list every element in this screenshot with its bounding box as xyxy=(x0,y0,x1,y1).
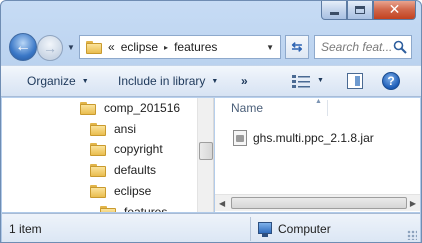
folder-icon xyxy=(90,163,106,177)
caption-buttons: ✕ xyxy=(321,1,416,21)
location-label: Computer xyxy=(278,222,331,236)
minimize-icon xyxy=(329,11,339,15)
chevron-down-icon: ▼ xyxy=(211,77,219,85)
preview-pane-icon[interactable] xyxy=(347,73,363,89)
tree-item-copyright[interactable]: copyright xyxy=(90,139,163,159)
tree-item-label: ansi xyxy=(114,122,137,136)
folder-icon xyxy=(80,101,96,115)
command-bar: Organize ▼ Include in library ▼ » ▼ ? xyxy=(1,65,421,97)
recent-pages-dropdown[interactable]: ▼ xyxy=(67,43,75,52)
column-header-name[interactable]: Name xyxy=(231,101,263,115)
computer-icon xyxy=(258,222,272,237)
scroll-left-icon[interactable]: ◀ xyxy=(219,199,225,208)
close-button[interactable]: ✕ xyxy=(373,1,416,20)
scrollbar-thumb[interactable] xyxy=(231,197,407,209)
include-in-library-button[interactable]: Include in library ▼ xyxy=(118,74,218,88)
more-commands-button[interactable]: » xyxy=(241,74,248,88)
search-icon[interactable] xyxy=(393,40,407,54)
maximize-icon xyxy=(355,6,365,14)
arrow-right-icon: → xyxy=(43,40,57,56)
status-bar: 1 item Computer xyxy=(2,213,420,242)
search-box[interactable]: Search feat... xyxy=(314,35,412,59)
tree-item-label: defaults xyxy=(114,163,157,177)
folder-icon xyxy=(100,205,116,212)
tree-item-label: features xyxy=(124,205,168,212)
organize-button[interactable]: Organize ▼ xyxy=(27,74,89,88)
folder-icon xyxy=(90,184,106,198)
resize-grip-icon[interactable] xyxy=(407,230,417,240)
refresh-button[interactable]: ⇆ xyxy=(285,35,309,59)
close-icon: ✕ xyxy=(388,2,401,18)
scroll-right-icon[interactable]: ▶ xyxy=(410,199,416,208)
scrollbar-thumb[interactable] xyxy=(199,142,213,160)
status-divider xyxy=(250,217,251,241)
folder-icon xyxy=(90,122,106,136)
jar-file-icon xyxy=(233,130,247,146)
minimize-button[interactable] xyxy=(321,1,347,20)
back-button[interactable]: ← xyxy=(9,33,37,61)
tree-item-label: copyright xyxy=(114,142,163,156)
address-dropdown[interactable]: ▼ xyxy=(266,43,274,52)
tree-item-label: eclipse xyxy=(114,184,152,198)
horizontal-scrollbar[interactable]: ◀ ▶ xyxy=(215,194,420,211)
address-bar[interactable]: « eclipse ▸ features ▼ xyxy=(79,35,281,59)
tree-item-label: comp_201516 xyxy=(104,101,181,115)
breadcrumb-overflow[interactable]: « xyxy=(108,40,115,54)
forward-button[interactable]: → xyxy=(37,35,63,61)
help-button[interactable]: ? xyxy=(382,72,400,90)
explorer-window: ✕ ← → ▼ « eclipse ▸ features ▼ ⇆ Search … xyxy=(0,0,422,243)
maximize-button[interactable] xyxy=(347,1,373,20)
tree-item-features[interactable]: features xyxy=(100,202,167,212)
navigation-pane: comp_201516 ansi copyright defaults ecli… xyxy=(2,98,214,212)
tree-item-comp_201516[interactable]: comp_201516 xyxy=(80,98,180,118)
search-input[interactable]: Search feat... xyxy=(321,40,395,54)
folder-icon xyxy=(90,142,106,156)
tree-item-ansi[interactable]: ansi xyxy=(90,119,136,139)
item-count: 1 item xyxy=(9,222,42,236)
navigation-row: ← → ▼ « eclipse ▸ features ▼ ⇆ Search fe… xyxy=(1,31,421,63)
tree-item-defaults[interactable]: defaults xyxy=(90,160,156,180)
folder-icon xyxy=(86,40,102,54)
organize-label: Organize xyxy=(27,74,76,88)
breadcrumb-separator[interactable]: ▸ xyxy=(164,43,168,52)
file-item[interactable]: ghs.multi.ppc_2.1.8.jar xyxy=(233,130,374,146)
sort-ascending-icon: ▲ xyxy=(315,98,322,105)
chevron-down-icon: ▼ xyxy=(81,77,89,85)
nav-pane-scrollbar[interactable] xyxy=(197,98,213,212)
breadcrumb-features[interactable]: features xyxy=(174,40,217,54)
file-name: ghs.multi.ppc_2.1.8.jar xyxy=(253,131,374,145)
change-view-icon[interactable] xyxy=(291,74,311,88)
include-in-library-label: Include in library xyxy=(118,74,206,88)
views-dropdown[interactable]: ▼ xyxy=(317,77,324,84)
tree-item-eclipse[interactable]: eclipse xyxy=(90,181,151,201)
arrow-left-icon: ← xyxy=(15,38,31,55)
breadcrumb-eclipse[interactable]: eclipse xyxy=(121,40,158,54)
column-divider[interactable] xyxy=(327,100,328,116)
refresh-icon: ⇆ xyxy=(291,39,303,54)
